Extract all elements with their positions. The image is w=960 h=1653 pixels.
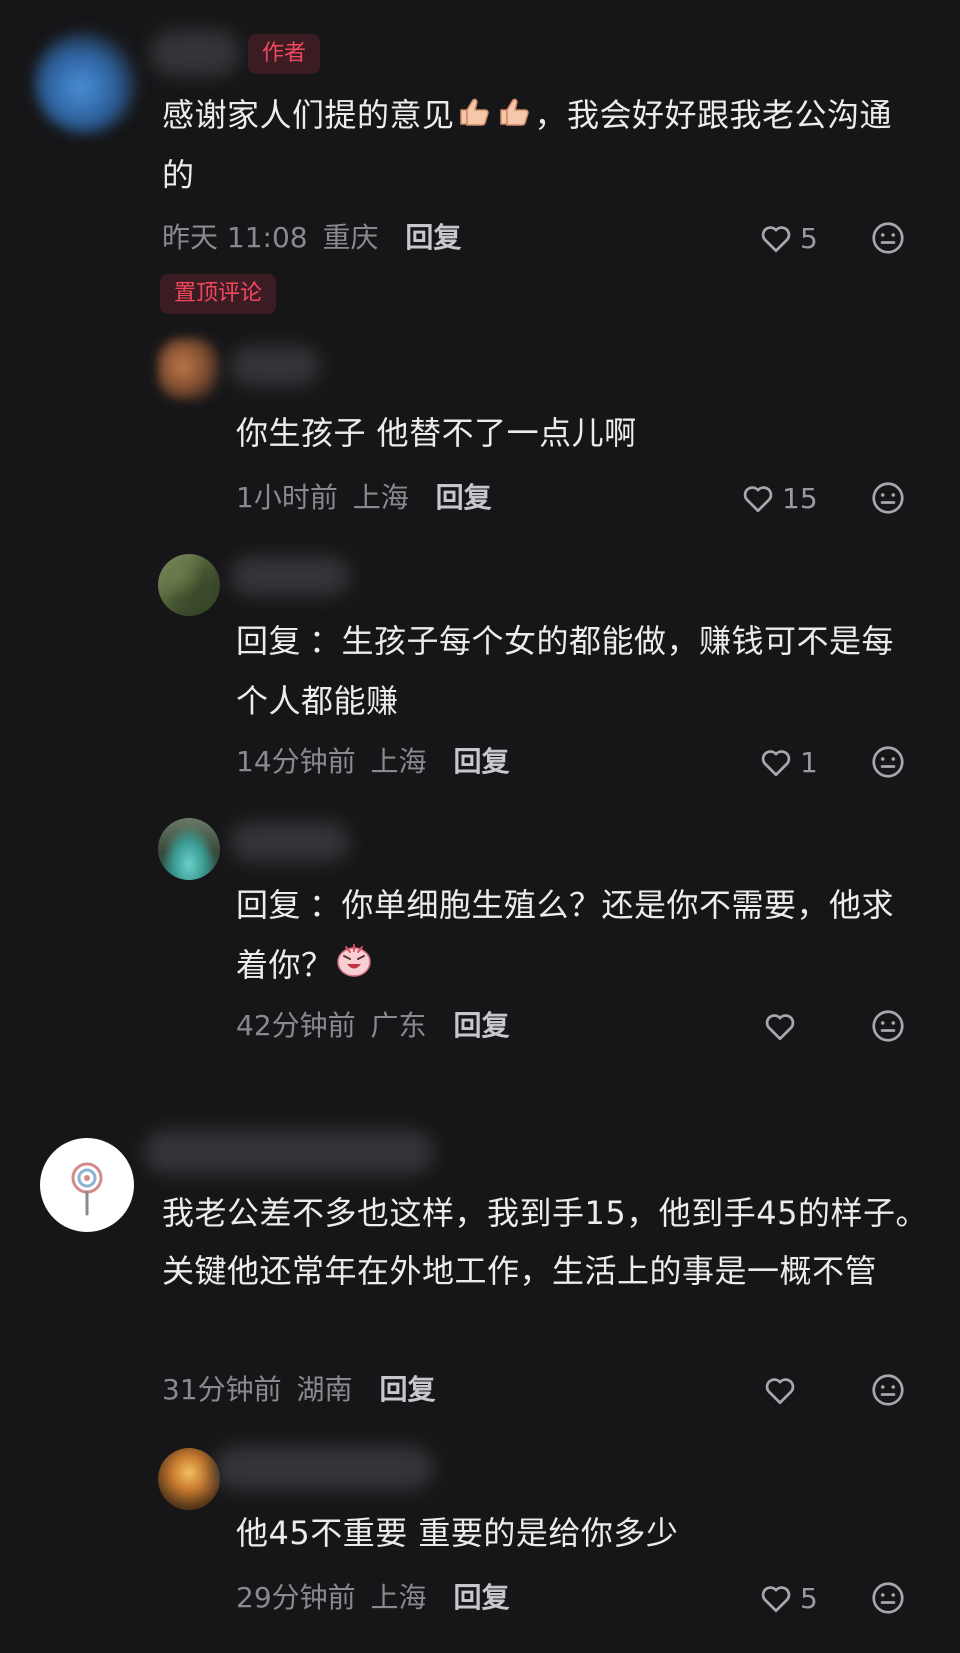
- timestamp: 昨天 11:08: [162, 221, 308, 254]
- username-blurred[interactable]: [230, 346, 320, 386]
- comment-text: 感谢家人们提的意见 ，我会好好跟我老公沟通的: [162, 86, 902, 204]
- heart-outline-icon: [743, 486, 773, 513]
- reply-button[interactable]: 回复: [436, 481, 492, 514]
- avatar[interactable]: [158, 818, 220, 880]
- comment-text: 他45不重要 重要的是给你多少: [236, 1514, 679, 1552]
- face-icon: [872, 746, 904, 778]
- avatar[interactable]: [34, 30, 138, 134]
- pinned-tag: 置顶评论: [160, 274, 277, 314]
- like-button[interactable]: 5: [758, 1578, 818, 1618]
- avatar[interactable]: [40, 1138, 134, 1232]
- timestamp: 29分钟前: [236, 1581, 356, 1614]
- lollipop-icon: [71, 1162, 103, 1216]
- heart-outline-icon: [765, 1378, 795, 1405]
- reply-prefix: 回复: [236, 622, 302, 660]
- like-count: 5: [800, 221, 818, 255]
- comment-text: 你生孩子 他替不了一点儿啊: [236, 414, 637, 452]
- reply-button[interactable]: 回复: [379, 1373, 435, 1406]
- comment-text-part: ：生孩子每个女的都能做，赚钱可不是每个人都能赚: [236, 622, 895, 720]
- username-blurred[interactable]: [144, 1130, 434, 1174]
- like-count: 15: [782, 481, 818, 515]
- like-button[interactable]: [762, 1006, 804, 1046]
- username-blurred[interactable]: [230, 556, 350, 596]
- react-button[interactable]: [870, 480, 906, 516]
- heart-outline-icon: [761, 1586, 791, 1613]
- location: 上海: [370, 1581, 427, 1614]
- like-button[interactable]: 5: [758, 218, 818, 258]
- face-icon: [872, 1582, 904, 1614]
- reply-button[interactable]: 回复: [453, 1581, 509, 1614]
- like-button[interactable]: [762, 1370, 804, 1410]
- avatar[interactable]: [158, 1448, 220, 1510]
- timestamp: 1小时前: [236, 481, 338, 514]
- author-tag: 作者: [248, 34, 321, 74]
- location: 广东: [370, 1009, 427, 1042]
- like-button[interactable]: 1: [758, 742, 818, 782]
- location: 上海: [352, 481, 409, 514]
- timestamp: 42分钟前: [236, 1009, 356, 1042]
- username-blurred[interactable]: [214, 1446, 434, 1490]
- comment-meta: 昨天 11:08 重庆 回复: [162, 218, 461, 258]
- like-button[interactable]: 15: [740, 478, 818, 518]
- username-blurred[interactable]: [150, 30, 240, 76]
- comment-meta: 29分钟前 上海 回复: [236, 1578, 509, 1618]
- face-icon: [872, 1374, 904, 1406]
- face-icon: [872, 222, 904, 254]
- face-icon: [872, 482, 904, 514]
- comment-text-part: 感谢家人们提的意见: [162, 96, 455, 134]
- like-count: 5: [800, 1581, 818, 1615]
- face-icon: [872, 1010, 904, 1042]
- comment-meta: 14分钟前 上海 回复: [236, 742, 509, 782]
- comment-text: 回复 ：你单细胞生殖么？还是你不需要，他求着你？: [236, 876, 916, 996]
- username-blurred[interactable]: [230, 822, 350, 862]
- comment-text: 我老公差不多也这样，我到手15，他到手45的样子。关键他还常年在外地工作，生活上…: [162, 1194, 928, 1290]
- heart-outline-icon: [765, 1014, 795, 1041]
- heart-outline-icon: [761, 226, 791, 253]
- react-button[interactable]: [870, 1372, 906, 1408]
- reply-prefix: 回复: [236, 886, 302, 924]
- comment-text: 回复 ：生孩子每个女的都能做，赚钱可不是每个人都能赚: [236, 612, 916, 730]
- location: 上海: [370, 745, 427, 778]
- comment-meta: 31分钟前 湖南 回复: [162, 1370, 435, 1410]
- thumbs-up-emoji-icon: [455, 98, 535, 136]
- react-button[interactable]: [870, 220, 906, 256]
- react-button[interactable]: [870, 1008, 906, 1044]
- react-button[interactable]: [870, 1580, 906, 1616]
- reply-button[interactable]: 回复: [453, 745, 509, 778]
- react-button[interactable]: [870, 744, 906, 780]
- location: 湖南: [296, 1373, 353, 1406]
- heart-outline-icon: [761, 750, 791, 777]
- like-count: 1: [800, 745, 818, 779]
- location: 重庆: [322, 221, 379, 254]
- laughing-face-emoji-icon: [334, 944, 374, 986]
- avatar[interactable]: [158, 338, 220, 400]
- timestamp: 14分钟前: [236, 745, 356, 778]
- avatar[interactable]: [158, 554, 220, 616]
- comment-meta: 1小时前 上海 回复: [236, 478, 492, 518]
- comment-thread: 作者 感谢家人们提的意见 ，我会好好跟我老公沟通的 昨天 11:08 重庆 回复 …: [0, 0, 960, 1653]
- reply-button[interactable]: 回复: [405, 221, 461, 254]
- comment-meta: 42分钟前 广东 回复: [236, 1006, 509, 1046]
- timestamp: 31分钟前: [162, 1373, 282, 1406]
- reply-button[interactable]: 回复: [453, 1009, 509, 1042]
